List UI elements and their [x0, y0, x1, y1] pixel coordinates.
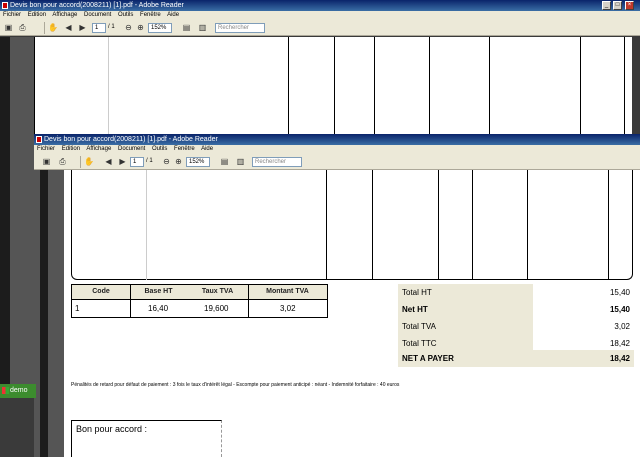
fit-page-icon[interactable]: ▤: [182, 23, 191, 32]
zoom-select[interactable]: 152%: [186, 157, 210, 167]
tva-header-taux: Taux TVA: [201, 288, 234, 295]
fit-width-icon[interactable]: ▥: [236, 157, 245, 166]
menu-item-aide[interactable]: Aide: [201, 146, 213, 152]
tva-header-montant: Montant TVA: [266, 288, 309, 295]
tva-cell-montant: 3,02: [280, 304, 296, 313]
tva-cell-code: 1: [75, 304, 80, 313]
adobe-reader-icon: [36, 136, 42, 143]
total-row: Net HT 15,40: [398, 301, 634, 318]
page-number-field[interactable]: 1: [130, 157, 144, 167]
menu-item-edition[interactable]: Edition: [28, 12, 46, 18]
tva-cell-taux: 19,600: [204, 304, 229, 313]
menu-item-affichage[interactable]: Affichage: [52, 12, 77, 18]
back-right-gutter: [632, 37, 640, 134]
search-field[interactable]: Rechercher: [252, 157, 302, 167]
taskbar-button-demo[interactable]: demo: [0, 384, 36, 398]
back-document-page: [34, 37, 632, 134]
front-left-bar: [40, 170, 48, 457]
taskbar-button-label: demo: [10, 387, 28, 394]
search-field[interactable]: Rechercher: [215, 23, 265, 33]
fit-width-icon[interactable]: ▥: [198, 23, 207, 32]
fit-page-icon[interactable]: ▤: [220, 157, 229, 166]
back-window-menubar: Fichier Edition Affichage Document Outil…: [0, 11, 640, 20]
zoom-out-icon[interactable]: ⊖: [162, 157, 171, 166]
print-icon[interactable]: ⎙: [18, 23, 27, 32]
back-window-title: Devis bon pour accord(2008211) [1].pdf -…: [10, 2, 184, 9]
page-count: / 1: [108, 24, 115, 30]
front-window-menubar: Fichier Edition Affichage Document Outil…: [34, 145, 640, 154]
tva-table: Code Base HT Taux TVA Montant TVA 1 16,4…: [71, 284, 328, 318]
page-count: / 1: [146, 158, 153, 164]
menu-item-edition[interactable]: Edition: [62, 146, 80, 152]
back-window-toolbar: ▣ ⎙ ✋ ◀ ▶ 1 / 1 ⊖ ⊕ 152% ▤ ▥ Rechercher: [0, 20, 640, 36]
items-table: [71, 170, 633, 280]
scroll-gutter: [10, 37, 34, 384]
front-window-toolbar: ▣ ⎙ ✋ ◀ ▶ 1 / 1 ⊖ ⊕ 152% ▤ ▥ Rechercher: [34, 154, 640, 170]
front-window-title: Devis bon pour accord(2008211) [1].pdf -…: [44, 136, 218, 143]
adobe-reader-icon: [2, 2, 8, 9]
windows-logo-icon: [2, 387, 9, 394]
save-icon[interactable]: ▣: [42, 157, 51, 166]
tva-header-code: Code: [92, 288, 110, 295]
menu-item-fenetre[interactable]: Fenêtre: [140, 12, 161, 18]
left-pane: [0, 37, 10, 384]
next-page-icon[interactable]: ▶: [78, 23, 87, 32]
total-row: Total TVA 3,02: [398, 318, 634, 335]
payment-terms-note: Pénalités de retard pour défaut de paiem…: [71, 382, 400, 388]
bon-pour-accord-box: Bon pour accord :: [71, 420, 222, 457]
zoom-select[interactable]: 152%: [148, 23, 172, 33]
hand-tool-icon[interactable]: ✋: [48, 23, 58, 32]
print-icon[interactable]: ⎙: [58, 157, 67, 166]
menu-item-fenetre[interactable]: Fenêtre: [174, 146, 195, 152]
next-page-icon[interactable]: ▶: [118, 157, 127, 166]
prev-page-icon[interactable]: ◀: [104, 157, 113, 166]
total-row: NET A PAYER 18,42: [398, 350, 634, 367]
menu-item-outils[interactable]: Outils: [152, 146, 167, 152]
zoom-out-icon[interactable]: ⊖: [124, 23, 133, 32]
bon-pour-accord-label: Bon pour accord :: [76, 424, 148, 434]
totals-table: Total HT 15,40 Net HT 15,40 Total TVA 3,…: [398, 284, 634, 367]
menu-item-document[interactable]: Document: [84, 12, 111, 18]
prev-page-icon[interactable]: ◀: [64, 23, 73, 32]
menu-item-fichier[interactable]: Fichier: [3, 12, 21, 18]
total-row: Total HT 15,40: [398, 284, 634, 301]
close-button[interactable]: ×: [625, 1, 634, 10]
zoom-in-icon[interactable]: ⊕: [174, 157, 183, 166]
menu-item-aide[interactable]: Aide: [167, 12, 179, 18]
zoom-in-icon[interactable]: ⊕: [136, 23, 145, 32]
hand-tool-icon[interactable]: ✋: [84, 157, 94, 166]
page-number-field[interactable]: 1: [92, 23, 106, 33]
front-window-titlebar[interactable]: Devis bon pour accord(2008211) [1].pdf -…: [34, 134, 640, 145]
menu-item-affichage[interactable]: Affichage: [86, 146, 111, 152]
tva-header-base-ht: Base HT: [144, 288, 173, 295]
menu-item-fichier[interactable]: Fichier: [37, 146, 55, 152]
front-left-gutter: [34, 170, 64, 457]
menu-item-outils[interactable]: Outils: [118, 12, 133, 18]
maximize-button[interactable]: □: [613, 1, 622, 10]
minimize-button[interactable]: _: [602, 1, 611, 10]
menu-item-document[interactable]: Document: [118, 146, 145, 152]
save-icon[interactable]: ▣: [4, 23, 13, 32]
back-window-titlebar[interactable]: Devis bon pour accord(2008211) [1].pdf -…: [0, 0, 640, 11]
tva-cell-base-ht: 16,40: [148, 304, 169, 313]
